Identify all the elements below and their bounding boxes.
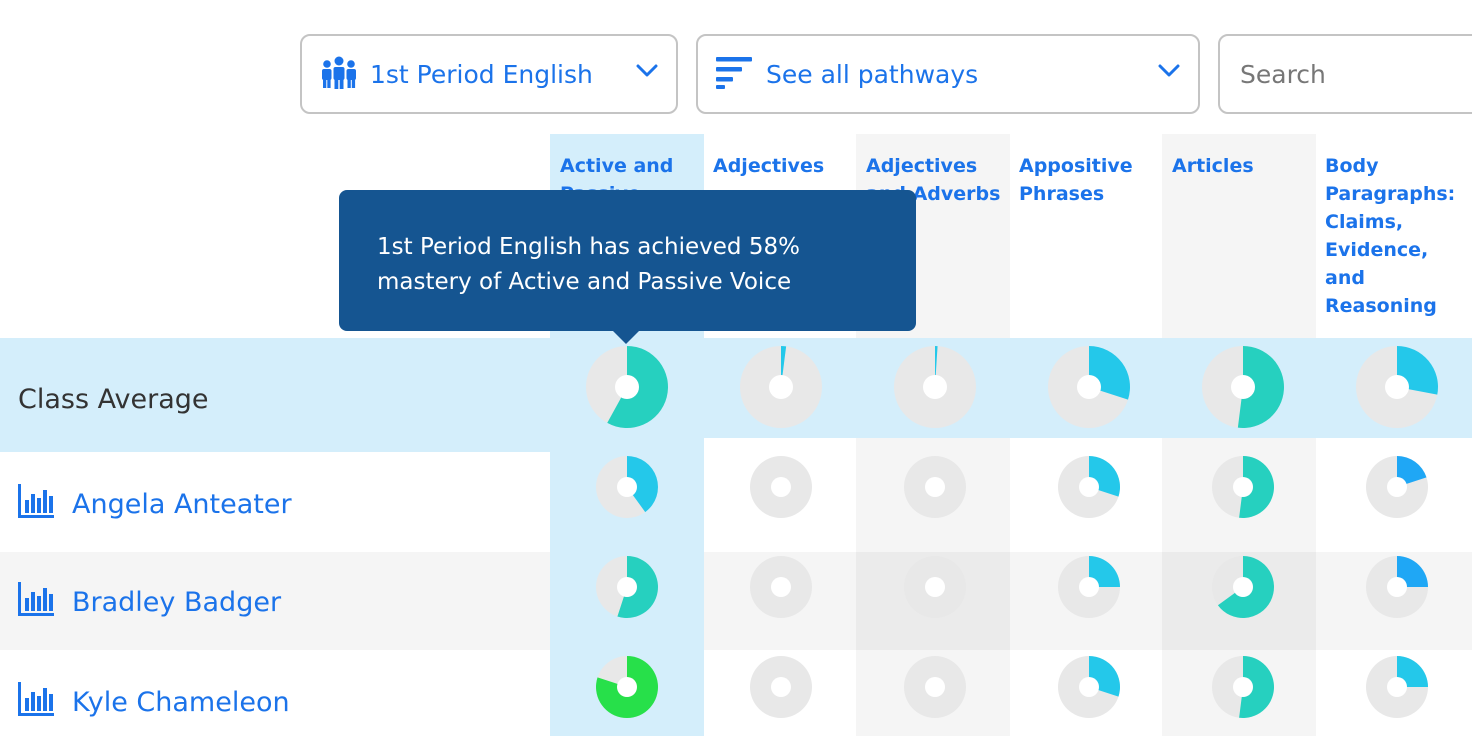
class-average-pie[interactable] — [1354, 344, 1440, 430]
student-mastery-pie[interactable] — [748, 654, 814, 720]
student-name: Angela Anteater — [72, 489, 292, 520]
student-mastery-pie[interactable] — [1210, 454, 1276, 520]
people-group-icon — [320, 55, 358, 93]
filter-lines-icon — [714, 55, 754, 93]
search-input[interactable] — [1240, 59, 1472, 89]
pathway-selector-label: See all pathways — [766, 59, 979, 89]
student-mastery-pie[interactable] — [902, 554, 968, 620]
student-mastery-pie[interactable] — [902, 454, 968, 520]
student-row-angela[interactable]: Angela Anteater — [18, 484, 292, 525]
student-row-kyle[interactable]: Kyle Chameleon — [18, 682, 290, 723]
student-mastery-pie[interactable] — [1056, 654, 1122, 720]
chevron-down-icon — [1158, 63, 1180, 83]
student-mastery-pie[interactable] — [902, 654, 968, 720]
student-mastery-pie[interactable] — [1056, 554, 1122, 620]
student-row-bradley[interactable]: Bradley Badger — [18, 582, 281, 623]
class-average-label: Class Average — [18, 384, 209, 415]
tooltip-arrow — [612, 330, 640, 344]
student-name: Kyle Chameleon — [72, 687, 290, 718]
bar-chart-icon — [18, 484, 54, 525]
bar-chart-icon — [18, 682, 54, 723]
student-mastery-pie[interactable] — [594, 554, 660, 620]
student-mastery-pie[interactable] — [1364, 654, 1430, 720]
student-mastery-pie[interactable] — [748, 454, 814, 520]
class-average-pie[interactable] — [584, 344, 670, 430]
class-average-pie[interactable] — [738, 344, 824, 430]
column-header-appositive-phrases[interactable]: Appositive Phrases — [1019, 152, 1161, 208]
student-mastery-pie[interactable] — [1364, 454, 1430, 520]
pathway-selector[interactable]: See all pathways — [696, 34, 1200, 114]
student-mastery-pie[interactable] — [1210, 654, 1276, 720]
mastery-tooltip: 1st Period English has achieved 58% mast… — [339, 190, 916, 331]
column-header-articles[interactable]: Articles — [1172, 152, 1314, 180]
bar-chart-icon — [18, 582, 54, 623]
column-header-adjectives[interactable]: Adjectives — [713, 152, 855, 180]
column-header-body-paragraphs[interactable]: Body Paragraphs: Claims, Evidence, and R… — [1325, 152, 1467, 320]
student-mastery-pie[interactable] — [1056, 454, 1122, 520]
student-mastery-pie[interactable] — [1210, 554, 1276, 620]
class-selector-label: 1st Period English — [370, 59, 593, 89]
class-average-pie[interactable] — [892, 344, 978, 430]
student-mastery-pie[interactable] — [594, 654, 660, 720]
class-selector[interactable]: 1st Period English — [300, 34, 678, 114]
search-box[interactable] — [1218, 34, 1472, 114]
student-mastery-pie[interactable] — [748, 554, 814, 620]
class-average-pie[interactable] — [1046, 344, 1132, 430]
class-average-pie[interactable] — [1200, 344, 1286, 430]
student-mastery-pie[interactable] — [1364, 554, 1430, 620]
chevron-down-icon — [636, 63, 658, 83]
student-name: Bradley Badger — [72, 587, 282, 618]
student-mastery-pie[interactable] — [594, 454, 660, 520]
